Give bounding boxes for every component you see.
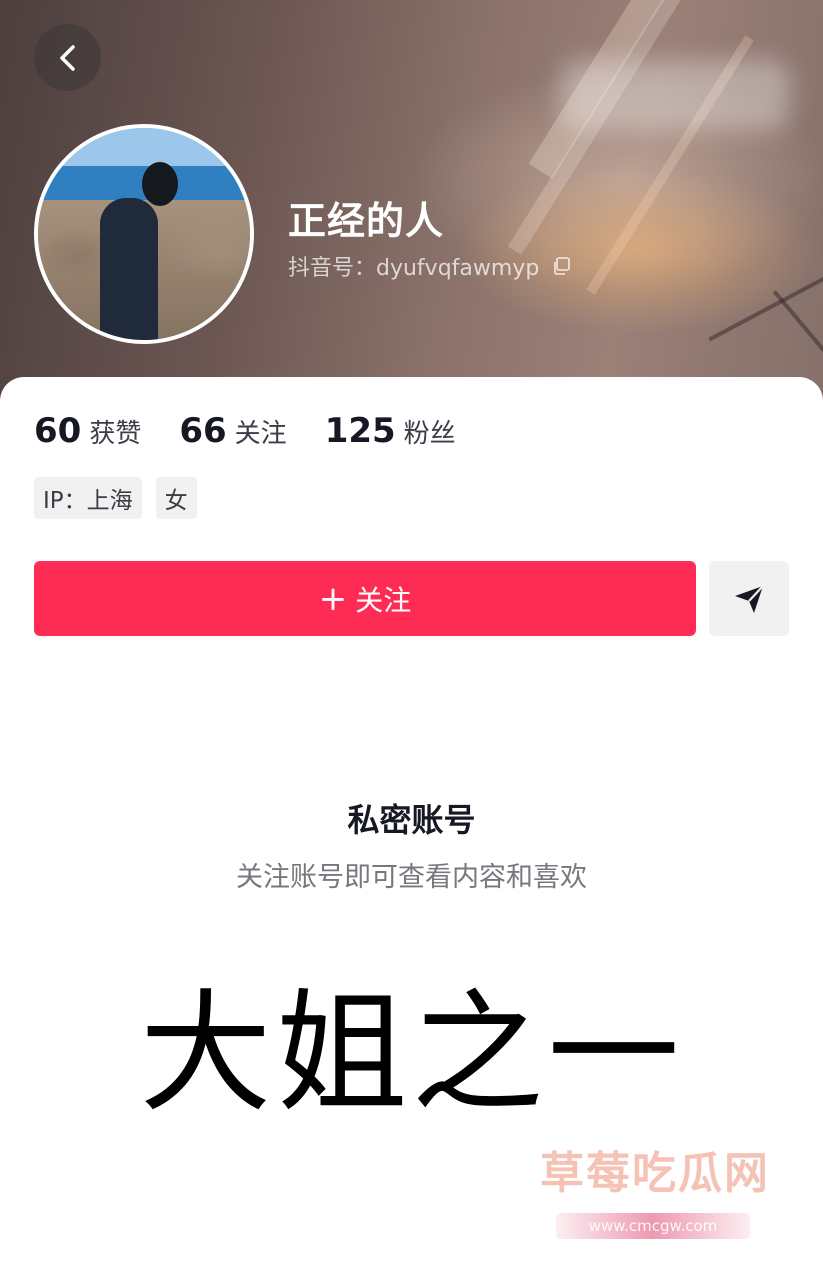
follow-button[interactable]: + 关注 <box>34 561 696 636</box>
stat-number: 125 <box>324 411 396 451</box>
profile-nickname: 正经的人 <box>288 199 445 243</box>
message-button[interactable] <box>709 561 789 636</box>
douyin-id-text: 抖音号：dyufvqfawmyp <box>288 256 540 281</box>
follow-button-label: 关注 <box>355 583 412 617</box>
stat-followers[interactable]: 125 粉丝 <box>325 411 456 451</box>
profile-info-card: 60 获赞 66 关注 125 粉丝 IP：上海 女 + 关注 私密账号 关注账… <box>0 377 823 1280</box>
douyin-id-row[interactable]: 抖音号：dyufvqfawmyp <box>288 250 571 282</box>
ip-location-tag: IP：上海 <box>34 477 142 519</box>
stat-label: 获赞 <box>89 419 142 449</box>
stat-number: 60 <box>34 411 82 451</box>
private-account-subtitle: 关注账号即可查看内容和喜欢 <box>236 862 587 893</box>
avatar[interactable] <box>34 124 254 344</box>
stat-number: 66 <box>179 411 227 451</box>
stat-likes: 60 获赞 <box>34 411 141 451</box>
watermark-url: www.cmcgw.com <box>556 1213 750 1239</box>
profile-tags: IP：上海 女 <box>34 477 197 519</box>
profile-page: 正经的人 抖音号：dyufvqfawmyp 60 获赞 66 关注 125 粉丝… <box>0 0 823 1280</box>
plus-icon: + <box>318 578 348 619</box>
watermark-text: 草莓吃瓜网 <box>540 1148 770 1199</box>
private-account-title: 私密账号 <box>347 801 476 839</box>
watermark: 草莓吃瓜网 www.cmcgw.com <box>530 1137 780 1239</box>
stat-label: 关注 <box>234 419 287 449</box>
overlay-caption: 大姐之一 <box>139 977 684 1131</box>
copy-icon[interactable] <box>551 256 571 276</box>
back-button[interactable] <box>34 24 101 91</box>
chevron-left-icon <box>59 44 75 71</box>
gender-tag: 女 <box>155 477 197 519</box>
stats-row: 60 获赞 66 关注 125 粉丝 <box>34 411 494 451</box>
send-icon <box>735 584 764 613</box>
stat-label: 粉丝 <box>403 419 456 449</box>
stat-following[interactable]: 66 关注 <box>179 411 286 451</box>
